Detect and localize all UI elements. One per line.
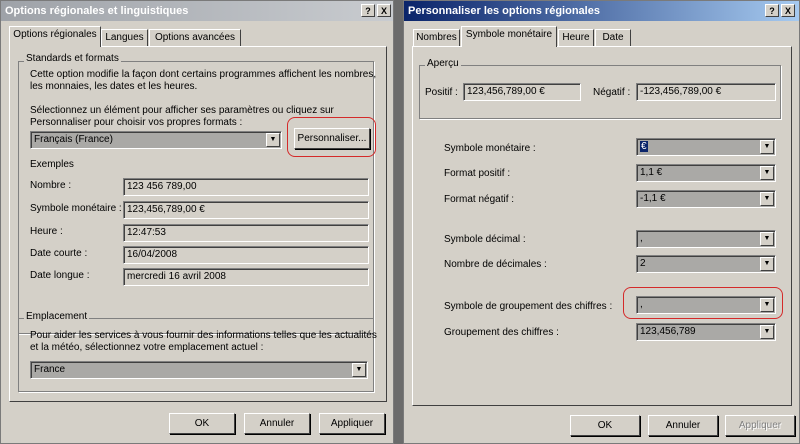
location-description: Pour aider les services à vous fournir d… <box>30 330 377 353</box>
highlight-circle <box>287 117 376 157</box>
label-negative-format: Format négatif : <box>444 194 515 205</box>
highlight-circle <box>623 287 783 319</box>
label-decimal-count: Nombre de décimales : <box>444 259 547 270</box>
examples-label: Exemples <box>30 159 74 170</box>
close-icon: X <box>380 6 387 16</box>
example-label-long-date: Date longue : <box>30 270 90 281</box>
chevron-down-icon[interactable]: ▼ <box>760 325 774 339</box>
help-icon: ? <box>769 6 775 16</box>
help-icon: ? <box>365 6 371 16</box>
title-bar: Personnaliser les options régionales ? X <box>404 1 799 21</box>
help-button[interactable]: ? <box>361 4 375 17</box>
digit-grouping-select[interactable]: 123,456,789 ▼ <box>636 323 776 341</box>
label-decimal-symbol: Symbole décimal : <box>444 234 526 245</box>
chevron-down-icon[interactable]: ▼ <box>760 232 774 246</box>
example-value-currency: 123,456,789,00 € <box>123 201 369 219</box>
tab-regional-options[interactable]: Options régionales <box>9 26 101 47</box>
decimal-symbol-value: , <box>640 233 643 244</box>
cancel-button[interactable]: Annuler <box>244 413 310 434</box>
label-grouping-symbol: Symbole de groupement des chiffres : <box>444 301 613 312</box>
positive-format-select[interactable]: 1,1 € ▼ <box>636 164 776 182</box>
cancel-button[interactable]: Annuler <box>648 415 718 436</box>
close-icon: X <box>784 6 791 16</box>
window-title: Personnaliser les options régionales <box>408 5 600 17</box>
title-bar: Options régionales et linguistiques ? X <box>1 1 393 21</box>
negative-format-value: -1,1 € <box>640 193 666 204</box>
tab-date[interactable]: Date <box>595 29 631 46</box>
ok-button[interactable]: OK <box>169 413 235 434</box>
currency-symbol-value: € <box>640 141 648 152</box>
example-label-short-date: Date courte : <box>30 248 88 259</box>
help-button[interactable]: ? <box>765 4 779 17</box>
standards-group-label: Standards et formats <box>24 53 121 64</box>
standards-group <box>18 61 374 334</box>
preview-negative-value: -123,456,789,00 € <box>636 83 776 101</box>
tab-panel: Standards et formats Cette option modifi… <box>9 46 387 402</box>
regional-options-window: Options régionales et linguistiques ? X … <box>0 0 394 444</box>
preview-positive-value: 123,456,789,00 € <box>463 83 581 101</box>
example-value-number: 123 456 789,00 <box>123 178 369 196</box>
tab-panel: Aperçu Positif : 123,456,789,00 € Négati… <box>412 46 792 406</box>
tab-currency[interactable]: Symbole monétaire <box>461 26 557 47</box>
close-button[interactable]: X <box>781 4 795 17</box>
example-label-time: Heure : <box>30 226 63 237</box>
digit-grouping-value: 123,456,789 <box>640 326 696 337</box>
standards-description: Cette option modifie la façon dont certa… <box>30 69 377 92</box>
customize-regional-options-window: Personnaliser les options régionales ? X… <box>403 0 800 444</box>
decimal-count-select[interactable]: 2 ▼ <box>636 255 776 273</box>
decimal-count-value: 2 <box>640 258 646 269</box>
apply-button[interactable]: Appliquer <box>319 413 385 434</box>
location-select[interactable]: France ▼ <box>30 361 368 379</box>
example-value-time: 12:47:53 <box>123 224 369 242</box>
chevron-down-icon[interactable]: ▼ <box>352 363 366 377</box>
chevron-down-icon[interactable]: ▼ <box>760 192 774 206</box>
preview-positive-label: Positif : <box>425 87 458 98</box>
tab-time[interactable]: Heure <box>558 29 594 46</box>
label-currency-symbol: Symbole monétaire : <box>444 143 536 154</box>
location-select-value: France <box>34 364 66 375</box>
chevron-down-icon[interactable]: ▼ <box>760 166 774 180</box>
tab-languages[interactable]: Langues <box>101 29 148 46</box>
location-group-label: Emplacement <box>24 311 90 322</box>
negative-format-select[interactable]: -1,1 € ▼ <box>636 190 776 208</box>
apply-button[interactable]: Appliquer <box>725 415 795 436</box>
currency-symbol-select[interactable]: € ▼ <box>636 138 776 156</box>
label-digit-grouping: Groupement des chiffres : <box>444 327 559 338</box>
chevron-down-icon[interactable]: ▼ <box>760 257 774 271</box>
positive-format-value: 1,1 € <box>640 167 663 178</box>
label-positive-format: Format positif : <box>444 168 511 179</box>
window-title: Options régionales et linguistiques <box>5 5 189 17</box>
close-button[interactable]: X <box>377 4 391 17</box>
ok-button[interactable]: OK <box>570 415 640 436</box>
example-label-number: Nombre : <box>30 180 72 191</box>
chevron-down-icon[interactable]: ▼ <box>760 140 774 154</box>
example-value-short-date: 16/04/2008 <box>123 246 369 264</box>
preview-negative-label: Négatif : <box>593 87 631 98</box>
chevron-down-icon[interactable]: ▼ <box>266 133 280 147</box>
tab-advanced-options[interactable]: Options avancées <box>149 29 241 46</box>
tab-numbers[interactable]: Nombres <box>413 29 460 46</box>
decimal-symbol-select[interactable]: , ▼ <box>636 230 776 248</box>
locale-select[interactable]: Français (France) ▼ <box>30 131 282 149</box>
example-label-currency: Symbole monétaire : <box>30 203 122 214</box>
preview-group-label: Aperçu <box>425 58 461 69</box>
example-value-long-date: mercredi 16 avril 2008 <box>123 268 369 286</box>
locale-select-value: Français (France) <box>34 134 113 145</box>
